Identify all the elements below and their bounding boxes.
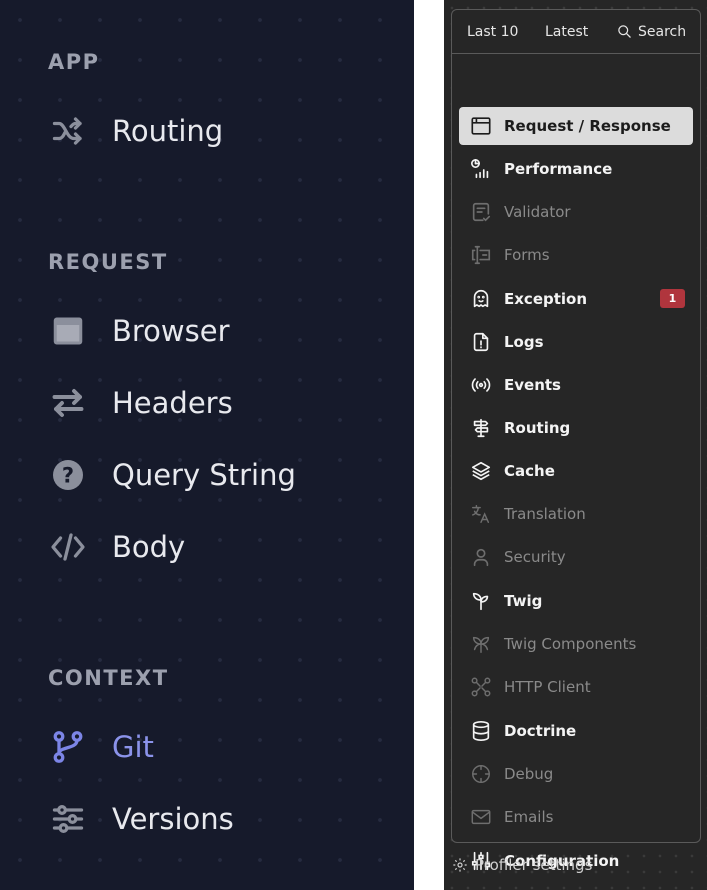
menu-item-label: Debug: [504, 765, 554, 783]
sprout-icon: [469, 589, 493, 613]
shuffle-icon: [48, 111, 88, 151]
nav-item-versions[interactable]: Versions: [48, 799, 234, 839]
performance-icon: [469, 157, 493, 181]
menu-item-label: Routing: [504, 419, 571, 437]
menu-item-label: Twig Components: [504, 635, 637, 653]
menu-item-twig-components[interactable]: Twig Components: [459, 625, 693, 663]
menu-item-label: Validator: [504, 203, 571, 221]
validator-icon: [469, 200, 493, 224]
profiler-menu-panel: Last 10 Latest Search Request / Response…: [451, 9, 701, 871]
crosshair-icon: [469, 762, 493, 786]
gear-icon: [453, 858, 467, 872]
menu-item-label: Translation: [504, 505, 586, 523]
menu-item-label: Performance: [504, 160, 613, 178]
exception-count-badge: 1: [660, 289, 685, 308]
user-icon: [469, 545, 493, 569]
menu-item-label: Cache: [504, 462, 555, 480]
menu-item-label: Exception: [504, 290, 588, 308]
nav-item-label: Body: [112, 530, 186, 564]
menu-item-label: HTTP Client: [504, 678, 591, 696]
sliders-icon: [48, 799, 88, 839]
menu-item-routing[interactable]: Routing: [459, 409, 693, 447]
profiler-settings-label: Profiler settings: [475, 856, 593, 874]
mail-icon: [469, 805, 493, 829]
menu-item-events[interactable]: Events: [459, 366, 693, 404]
menu-item-logs[interactable]: Logs: [459, 323, 693, 361]
forms-icon: [469, 243, 493, 267]
layers-icon: [469, 459, 493, 483]
nav-item-label: Routing: [112, 114, 224, 148]
search-icon: [618, 25, 631, 38]
nav-item-label: Git: [112, 730, 154, 764]
menu-item-performance[interactable]: Performance: [459, 150, 693, 188]
menu-item-label: Twig: [504, 592, 543, 610]
tab-latest[interactable]: Latest: [545, 10, 617, 54]
nav-item-label: Query String: [112, 458, 296, 492]
menu-item-forms[interactable]: Forms: [459, 236, 693, 274]
tab-search[interactable]: Search: [617, 10, 686, 54]
nav-item-query-string[interactable]: ? Query String: [48, 455, 296, 495]
section-heading-request: REQUEST: [48, 250, 168, 274]
arrows-left-right-icon: [48, 383, 88, 423]
tab-search-label: Search: [638, 23, 687, 40]
signpost-icon: [469, 416, 493, 440]
section-heading-app: APP: [48, 50, 100, 74]
twig-components-icon: [469, 632, 493, 656]
git-branch-icon: [48, 727, 88, 767]
menu-item-http-client[interactable]: HTTP Client: [459, 668, 693, 706]
menu-item-label: Events: [504, 376, 561, 394]
browser-window-icon: [48, 311, 88, 351]
profiler-sidebar: Last 10 Latest Search Request / Response…: [444, 0, 707, 890]
http-client-icon: [469, 675, 493, 699]
menu-item-label: Request / Response: [504, 117, 671, 135]
question-circle-icon: ?: [48, 455, 88, 495]
code-icon: [48, 527, 88, 567]
menu-item-cache[interactable]: Cache: [459, 452, 693, 490]
menu-item-doctrine[interactable]: Doctrine: [459, 712, 693, 750]
menu-item-translation[interactable]: Translation: [459, 495, 693, 533]
menu-item-label: Forms: [504, 246, 550, 264]
svg-text:?: ?: [62, 464, 74, 488]
events-broadcast-icon: [469, 373, 493, 397]
nav-item-routing[interactable]: Routing: [48, 111, 223, 151]
menu-item-request-response[interactable]: Request / Response: [459, 107, 693, 145]
menu-item-label: Logs: [504, 333, 544, 351]
nav-item-label: Headers: [112, 386, 233, 420]
section-heading-context: CONTEXT: [48, 666, 169, 690]
menu-item-exception[interactable]: Exception 1: [459, 280, 693, 318]
menu-item-debug[interactable]: Debug: [459, 755, 693, 793]
profiler-settings-link[interactable]: Profiler settings: [452, 856, 592, 874]
menu-item-validator[interactable]: Validator: [459, 193, 693, 231]
menu-item-emails[interactable]: Emails: [459, 798, 693, 836]
menu-item-twig[interactable]: Twig: [459, 582, 693, 620]
nav-item-body[interactable]: Body: [48, 527, 185, 567]
menu-item-label: Security: [504, 548, 566, 566]
nav-item-label: Versions: [112, 802, 234, 836]
database-icon: [469, 719, 493, 743]
menu-item-label: Emails: [504, 808, 554, 826]
tab-last-10[interactable]: Last 10: [452, 10, 545, 54]
logs-icon: [469, 330, 493, 354]
menu-item-security[interactable]: Security: [459, 538, 693, 576]
nav-item-git[interactable]: Git: [48, 727, 154, 767]
nav-item-label: Browser: [112, 314, 230, 348]
nav-item-browser[interactable]: Browser: [48, 311, 230, 351]
translation-icon: [469, 502, 493, 526]
menu-item-label: Doctrine: [504, 722, 577, 740]
exception-ghost-icon: [469, 287, 493, 311]
request-response-icon: [469, 114, 493, 138]
nav-item-headers[interactable]: Headers: [48, 383, 233, 423]
toolbar-sidebar: APP Routing REQUEST Browser Headers ? Qu…: [0, 0, 414, 890]
profiler-tabs: Last 10 Latest Search: [452, 10, 700, 54]
